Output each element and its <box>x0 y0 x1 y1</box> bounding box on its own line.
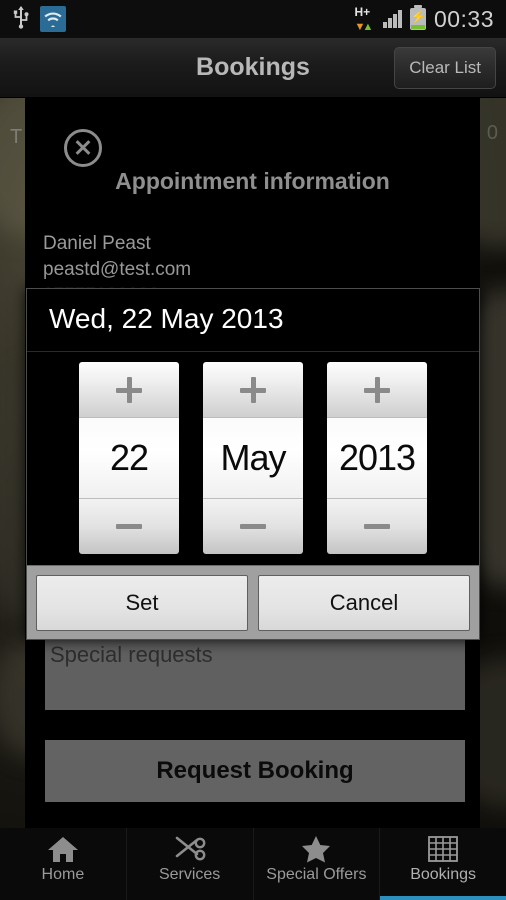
usb-icon <box>12 5 30 34</box>
minus-icon <box>116 524 142 529</box>
date-picker-column-month: May <box>203 362 303 554</box>
star-icon <box>299 834 333 864</box>
tab-indicator <box>0 896 126 900</box>
date-picker-columns: 22 May 2013 <box>27 362 479 560</box>
request-booking-button[interactable]: Request Booking <box>45 740 465 802</box>
home-icon <box>46 834 80 864</box>
month-value[interactable]: May <box>203 418 303 498</box>
special-requests-input[interactable]: Special requests <box>45 638 465 710</box>
date-picker-dialog: Wed, 22 May 2013 22 May 2013 Set Cancel <box>26 288 480 640</box>
month-decrement-button[interactable] <box>203 498 303 554</box>
clear-list-button[interactable]: Clear List <box>394 47 496 89</box>
bottom-tab-bar: Home Services Special Offers Bookings <box>0 828 506 900</box>
close-circle-icon[interactable] <box>64 129 102 167</box>
customer-email: peastd@test.com <box>43 259 192 280</box>
bg-label-t: T <box>10 126 23 148</box>
plus-icon <box>240 376 266 403</box>
minus-icon <box>240 524 266 529</box>
tab-indicator <box>254 896 380 900</box>
tab-label: Special Offers <box>266 866 367 883</box>
year-increment-button[interactable] <box>327 362 427 418</box>
signal-bars-icon <box>383 10 402 28</box>
month-increment-button[interactable] <box>203 362 303 418</box>
minus-icon <box>364 524 390 529</box>
tab-special-offers[interactable]: Special Offers <box>254 828 381 900</box>
status-bar: H+ ▼ ▲ ⚡ 00:33 <box>0 0 506 38</box>
tab-indicator <box>380 896 506 900</box>
action-bar: Bookings Clear List <box>0 38 506 98</box>
date-picker-divider <box>27 351 479 352</box>
selected-date-label: Wed, 22 May 2013 <box>49 303 284 334</box>
scissors-icon <box>173 834 207 864</box>
calendar-grid-icon <box>426 834 460 864</box>
plus-icon <box>364 376 390 403</box>
tab-services[interactable]: Services <box>127 828 254 900</box>
status-clock: 00:33 <box>433 5 494 32</box>
tab-bookings[interactable]: Bookings <box>380 828 506 900</box>
tab-label: Services <box>158 866 221 883</box>
year-decrement-button[interactable] <box>327 498 427 554</box>
tab-indicator <box>127 896 253 900</box>
battery-charging-icon: ⚡ <box>409 5 426 30</box>
customer-name: Daniel Peast <box>43 233 151 254</box>
day-increment-button[interactable] <box>79 362 179 418</box>
network-type-label: H+ <box>354 5 371 19</box>
bg-edge-glyph-zero: 0 <box>486 122 498 144</box>
network-type-icon: H+ ▼ ▲ <box>354 5 375 33</box>
tab-label: Home <box>41 866 85 883</box>
set-button[interactable]: Set <box>36 574 248 631</box>
day-decrement-button[interactable] <box>79 498 179 554</box>
date-picker-actions: Set Cancel <box>27 565 479 639</box>
appointment-dialog-title: Appointment information <box>115 168 390 194</box>
tab-label: Bookings <box>410 866 477 883</box>
data-up-arrow-icon: ▲ <box>362 21 374 33</box>
date-picker-column-day: 22 <box>79 362 179 554</box>
year-value[interactable]: 2013 <box>327 418 427 498</box>
day-value[interactable]: 22 <box>79 418 179 498</box>
wifi-icon <box>40 6 66 32</box>
tab-home[interactable]: Home <box>0 828 127 900</box>
page-title: Bookings <box>196 53 310 81</box>
cancel-button[interactable]: Cancel <box>258 574 470 631</box>
date-picker-column-year: 2013 <box>327 362 427 554</box>
plus-icon <box>116 376 142 403</box>
